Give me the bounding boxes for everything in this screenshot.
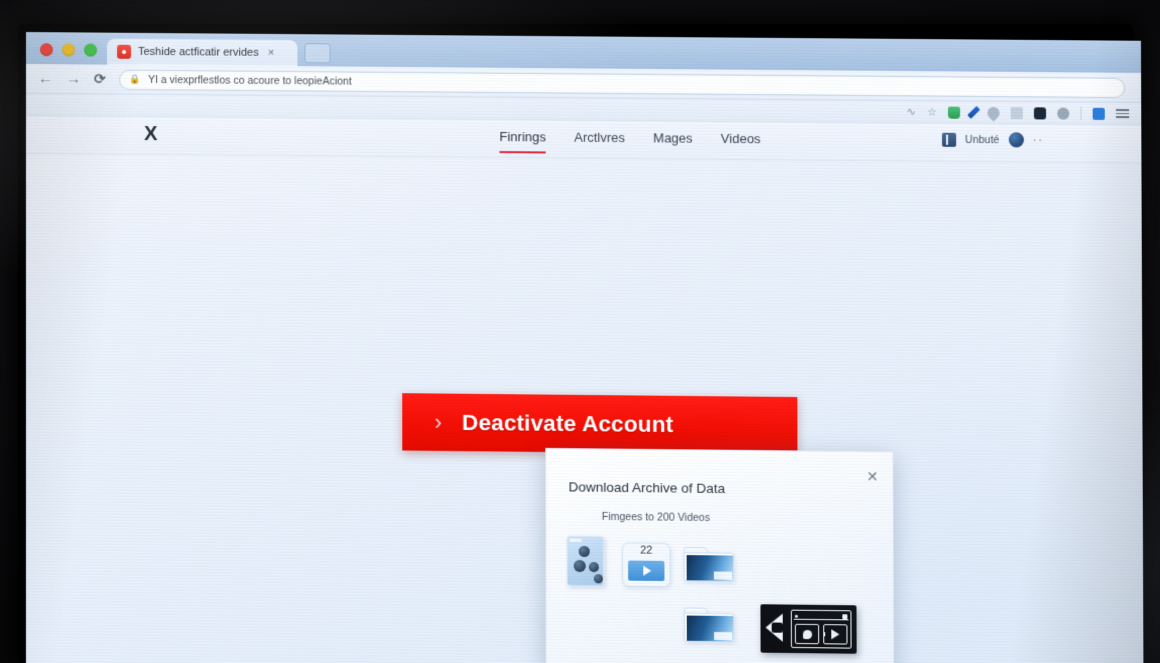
minimize-window-button[interactable] [62, 43, 76, 57]
new-tab-button[interactable] [304, 43, 331, 64]
avatar-shape [573, 559, 586, 573]
nav-item-findings[interactable]: Finrings [499, 128, 546, 154]
extensions-icon[interactable]: ☆ [927, 106, 937, 118]
profile-icon[interactable] [1057, 107, 1070, 120]
tab-favicon-icon: ● [117, 44, 132, 59]
nav-item-archives[interactable]: Arctlvres [574, 130, 625, 153]
site-nav-items: Finrings Arctlvres Mages Videos [499, 128, 761, 155]
play-icon[interactable] [628, 560, 665, 581]
url-text: YI a viexprflestlos co acoure to leopieA… [148, 73, 352, 88]
speaker-icon [766, 611, 788, 645]
hamburger-menu-icon[interactable] [1115, 109, 1130, 118]
address-bar[interactable]: 🔒 YI a viexprflestlos co acoure to leopi… [118, 69, 1125, 98]
traffic-light-controls [36, 43, 107, 65]
close-window-button[interactable] [40, 43, 54, 57]
chevron-right-icon: › [434, 409, 442, 435]
contacts-thumbnail[interactable] [566, 535, 604, 587]
site-navigation-bar: X Finrings Arctlvres Mages Videos Unbuté… [25, 116, 1142, 164]
browser-tab[interactable]: ● Teshide actficatir ervides × [107, 38, 298, 67]
download-archive-dialog: ✕ Download Archive of Data Fimgees to 20… [545, 447, 895, 663]
gear-icon[interactable] [1033, 106, 1047, 119]
page-icon[interactable] [1010, 106, 1023, 119]
video-thumbnail[interactable]: 22 [622, 542, 671, 588]
zoom-window-button[interactable] [84, 43, 98, 57]
avatar-shape [593, 574, 603, 584]
card-icon[interactable] [941, 132, 956, 147]
forward-icon[interactable]: → [66, 70, 81, 87]
browser-window: ● Teshide actficatir ervides × ← → ⟳ 🔒 Y… [25, 32, 1144, 663]
pen-icon[interactable] [967, 105, 981, 119]
record-button-icon[interactable] [794, 623, 820, 645]
pin-icon[interactable] [984, 103, 1003, 122]
folder-preview-image [686, 615, 734, 642]
play-next-button-icon[interactable] [823, 624, 848, 645]
wave-icon[interactable]: ∿ [906, 106, 915, 118]
more-options-icon[interactable]: ·· [1033, 134, 1045, 146]
x-logo[interactable]: X [144, 123, 156, 146]
user-avatar[interactable] [1008, 132, 1024, 148]
account-label: Unbuté [965, 133, 1000, 146]
media-window-frame [790, 609, 852, 649]
bookmark-icon[interactable] [1092, 107, 1105, 120]
deactivate-account-button[interactable]: › Deactivate Account [402, 393, 798, 455]
folder-body [683, 612, 735, 643]
dialog-thumbnail-grid: 22 [546, 449, 893, 663]
lock-icon: 🔒 [129, 73, 142, 84]
avatar-shape [588, 562, 599, 573]
folder-preview-image [686, 555, 734, 581]
video-count-label: 22 [640, 544, 653, 557]
contacts-titlebar [569, 538, 582, 542]
page-content: X Finrings Arctlvres Mages Videos Unbuté… [25, 116, 1144, 663]
reload-icon[interactable]: ⟳ [94, 71, 106, 88]
nav-item-videos[interactable]: Videos [721, 131, 761, 153]
folder-thumbnail-1[interactable] [683, 546, 735, 582]
photo-of-screen: ● Teshide actficatir ervides × ← → ⟳ 🔒 Y… [0, 0, 1160, 663]
shield-green-icon[interactable] [947, 106, 961, 119]
media-panel-thumbnail[interactable] [760, 604, 857, 654]
tab-title: Teshide actficatir ervides [138, 45, 259, 59]
toolbar-divider [1080, 106, 1082, 120]
back-icon[interactable]: ← [38, 70, 53, 87]
nav-item-images[interactable]: Mages [653, 130, 692, 152]
folder-thumbnail-2[interactable] [683, 607, 735, 643]
avatar-shape [578, 545, 590, 558]
media-window-titlebar [793, 612, 849, 621]
folder-body [683, 552, 735, 582]
tab-close-icon[interactable]: × [268, 47, 274, 59]
deactivate-account-label: Deactivate Account [461, 409, 674, 437]
site-nav-right: Unbuté ·· [941, 132, 1045, 148]
